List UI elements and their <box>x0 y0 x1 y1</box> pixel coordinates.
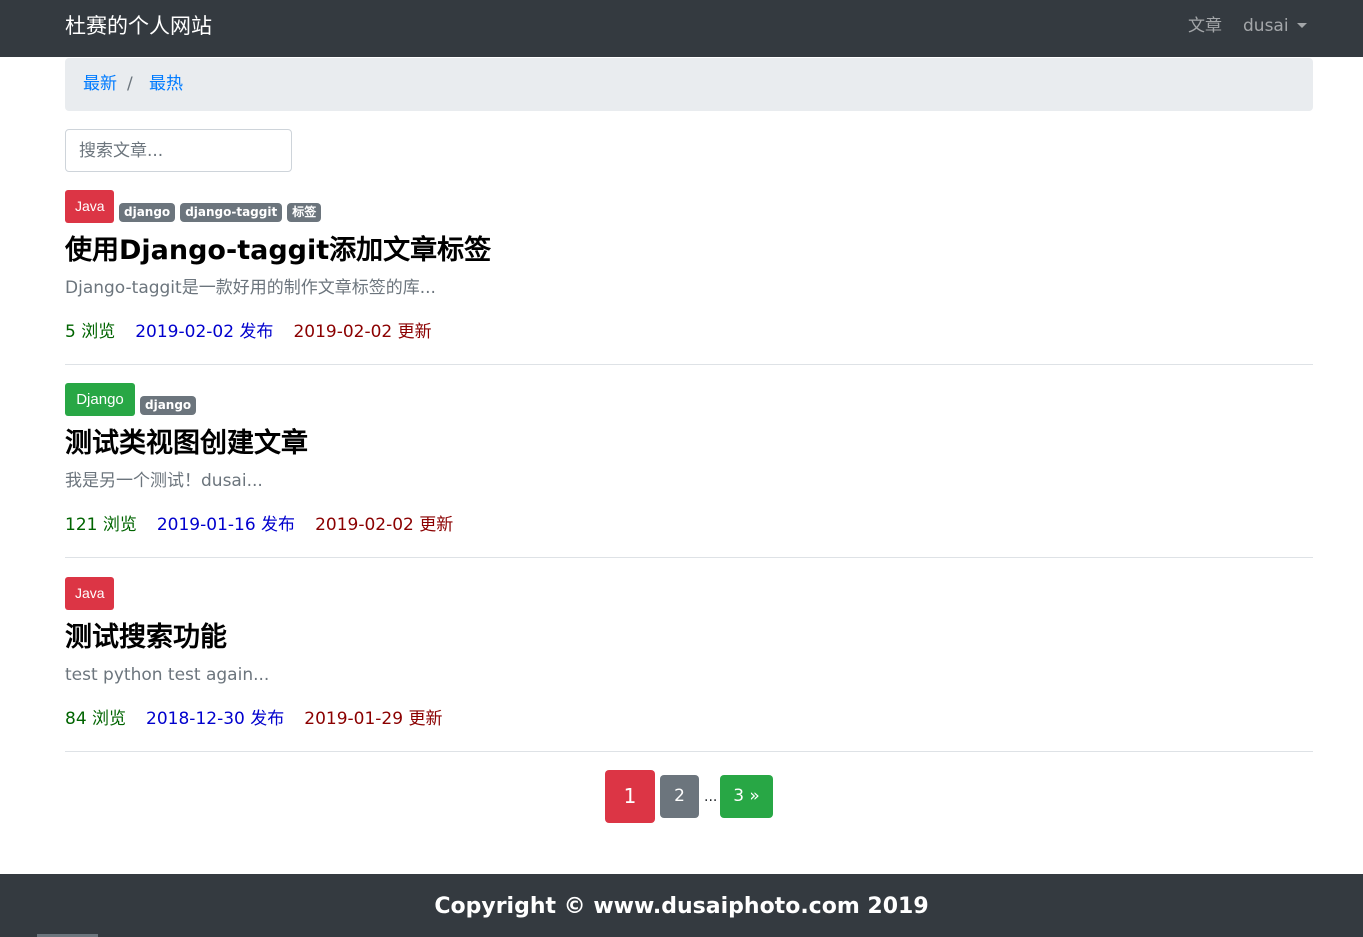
view-count: 84 浏览 <box>65 709 127 729</box>
created-date: 2019-01-16 发布 <box>156 515 296 535</box>
article-meta: 121 浏览 2019-01-16 发布 2019-02-02 更新 <box>65 514 473 536</box>
article-divider <box>65 364 1313 365</box>
article-excerpt: Django-taggit是一款好用的制作文章标签的库... <box>65 278 436 298</box>
article-title[interactable]: 使用Django-taggit添加文章标签 <box>65 233 491 269</box>
copyright-text: Copyright © www.dusaiphoto.com 2019 <box>434 894 929 919</box>
page-last-button[interactable]: 3 » <box>720 775 773 818</box>
user-name: dusai <box>1243 16 1289 36</box>
created-date: 2019-02-02 发布 <box>135 322 274 342</box>
updated-date: 2019-02-02 更新 <box>315 515 454 535</box>
tag-badge[interactable]: django-taggit <box>180 203 283 222</box>
category-button[interactable]: Java <box>65 190 114 223</box>
tag-list: django django-taggit 标签 <box>119 201 326 222</box>
article-meta: 5 浏览 2019-02-02 发布 2019-02-02 更新 <box>65 321 452 343</box>
created-date: 2018-12-30 发布 <box>146 709 285 729</box>
updated-date: 2019-02-02 更新 <box>293 322 432 342</box>
tag-badge[interactable]: django <box>119 203 176 222</box>
sort-hottest-link[interactable]: 最热 <box>149 73 183 95</box>
nav-articles-link[interactable]: 文章 <box>1188 15 1222 37</box>
footer: Copyright © www.dusaiphoto.com 2019 <box>0 874 1363 937</box>
pagination-ellipsis: ... <box>704 789 718 805</box>
site-brand[interactable]: 杜赛的个人网站 <box>65 12 212 40</box>
tag-list: django <box>140 394 201 415</box>
category-button[interactable]: Java <box>65 577 114 610</box>
search-input[interactable] <box>65 129 292 172</box>
article-divider <box>65 557 1313 558</box>
breadcrumb-separator: / <box>127 74 133 94</box>
sort-newest-link[interactable]: 最新 <box>83 73 117 95</box>
navbar: 杜赛的个人网站 文章 dusai <box>0 0 1363 57</box>
article-meta: 84 浏览 2018-12-30 发布 2019-01-29 更新 <box>65 708 462 730</box>
view-count: 5 浏览 <box>65 322 116 342</box>
article-divider <box>65 751 1313 752</box>
article-excerpt: 我是另一个测试！dusai... <box>65 471 263 491</box>
article-title[interactable]: 测试类视图创建文章 <box>65 426 308 462</box>
category-button[interactable]: Django <box>65 383 135 416</box>
page-current-button[interactable]: 1 <box>605 770 655 823</box>
tag-badge[interactable]: django <box>140 396 197 415</box>
caret-down-icon <box>1296 23 1307 28</box>
user-dropdown-toggle[interactable]: dusai <box>1243 15 1307 37</box>
updated-date: 2019-01-29 更新 <box>304 709 443 729</box>
tag-badge[interactable]: 标签 <box>287 203 322 222</box>
sort-breadcrumb: 最新 / 最热 <box>65 58 1313 111</box>
page-next-button[interactable]: 2 <box>660 775 699 818</box>
article-excerpt: test python test again... <box>65 665 270 685</box>
article-title[interactable]: 测试搜索功能 <box>65 620 227 656</box>
view-count: 121 浏览 <box>65 515 137 535</box>
